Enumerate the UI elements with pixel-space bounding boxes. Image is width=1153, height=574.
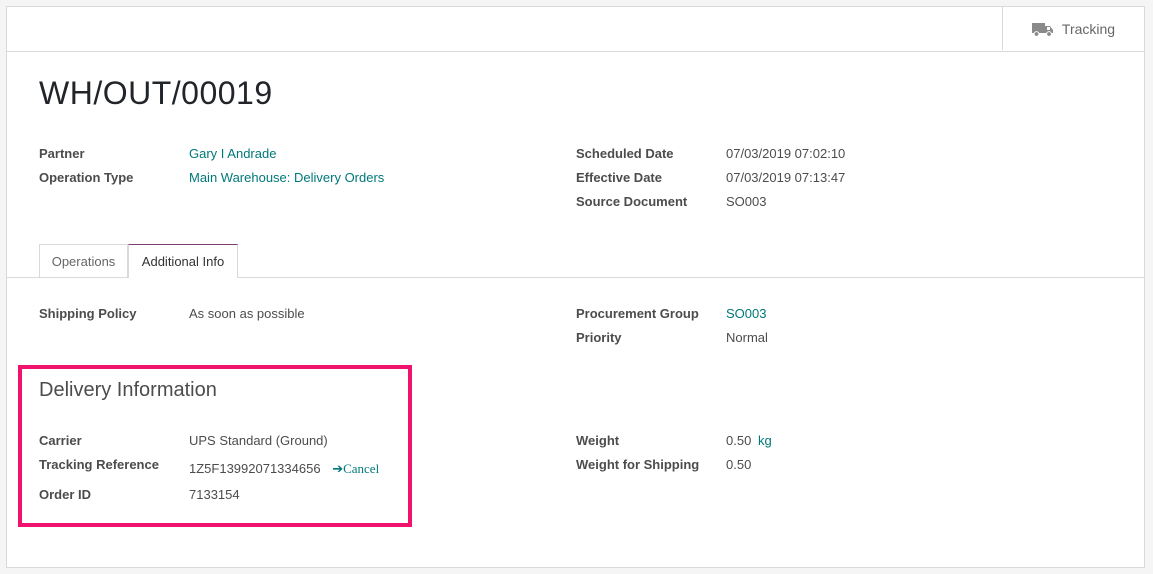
operation-type-link[interactable]: Main Warehouse: Delivery Orders xyxy=(189,170,384,185)
procurement-group-link[interactable]: SO003 xyxy=(726,306,766,321)
order-id-label: Order ID xyxy=(39,487,92,502)
tracking-reference-value: 1Z5F13992071334656 xyxy=(189,461,321,476)
cancel-label: Cancel xyxy=(343,461,380,476)
tab-operations[interactable]: Operations xyxy=(39,244,128,277)
tab-additional-info[interactable]: Additional Info xyxy=(128,244,238,278)
weight-value: 0.50 xyxy=(726,433,752,448)
order-id-value: 7133154 xyxy=(189,487,240,502)
partner-link[interactable]: Gary I Andrade xyxy=(189,146,276,161)
truck-icon xyxy=(1031,22,1053,37)
scheduled-date-label: Scheduled Date xyxy=(576,146,674,161)
weight-label: Weight xyxy=(576,433,620,448)
source-document-value: SO003 xyxy=(726,194,767,209)
weight-for-shipping-label: Weight for Shipping xyxy=(576,457,700,472)
tracking-label: Tracking xyxy=(1061,20,1116,37)
delivery-section-title: Delivery Information xyxy=(39,379,217,401)
priority-label: Priority xyxy=(576,330,622,345)
arrow-right-icon: ➔ xyxy=(332,462,344,477)
effective-date-label: Effective Date xyxy=(576,170,662,185)
shipping-policy-label: Shipping Policy xyxy=(39,306,137,321)
record-title: WH/OUT/00019 xyxy=(39,75,273,111)
weight-for-shipping-value: 0.50 xyxy=(726,457,752,472)
partner-label: Partner xyxy=(39,146,85,161)
weight-field: 0.50 kg xyxy=(726,433,772,448)
procurement-group-label: Procurement Group xyxy=(576,306,699,321)
tracking-reference-field: 1Z5F13992071334656 ➔Cancel xyxy=(189,461,379,477)
source-document-label: Source Document xyxy=(576,194,688,209)
scheduled-date-value: 07/03/2019 07:02:10 xyxy=(726,146,846,161)
priority-value[interactable]: Normal xyxy=(726,330,768,345)
operation-type-label: Operation Type xyxy=(39,170,134,185)
carrier-label: Carrier xyxy=(39,433,82,448)
form-sheet: Tracking WH/OUT/00019 Partner Gary I And… xyxy=(6,6,1145,568)
effective-date-value: 07/03/2019 07:13:47 xyxy=(726,170,846,185)
shipping-policy-value[interactable]: As soon as possible xyxy=(189,306,305,321)
tracking-stat-button[interactable]: Tracking xyxy=(1002,7,1144,50)
cancel-tracking-button[interactable]: ➔Cancel xyxy=(332,461,380,477)
button-box: Tracking xyxy=(7,7,1144,52)
carrier-value: UPS Standard (Ground) xyxy=(189,433,328,448)
weight-unit: kg xyxy=(757,433,772,448)
tracking-reference-label: Tracking Reference xyxy=(39,457,159,472)
notebook-tabs: Operations Additional Info xyxy=(7,244,1144,278)
